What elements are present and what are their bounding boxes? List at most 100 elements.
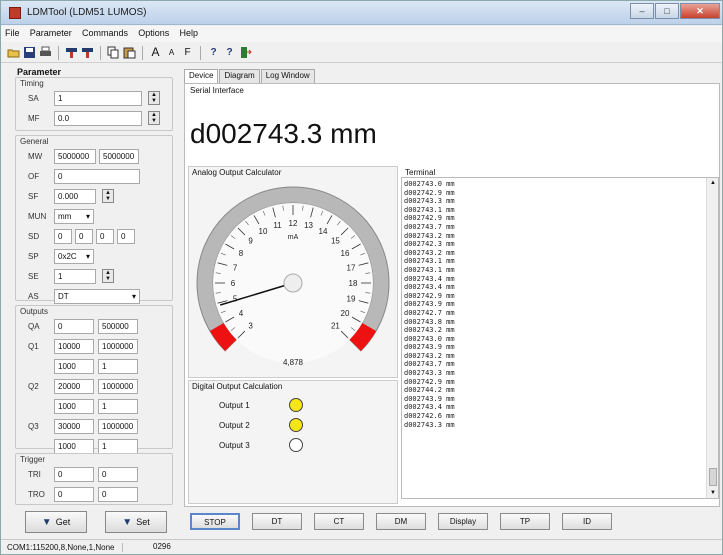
doc-label: Digital Output Calculation (192, 382, 283, 391)
menu-commands[interactable]: Commands (78, 26, 132, 40)
mw-input-2[interactable]: 5000000 (99, 148, 139, 164)
scroll-down-icon[interactable]: ▼ (710, 490, 716, 496)
menu-parameter[interactable]: Parameter (26, 26, 76, 40)
q2-input-1[interactable]: 20000 (54, 378, 94, 394)
general-group: General MW 5000000 5000000 OF 0 SF 0.000… (15, 135, 173, 304)
output-1-label: Output 1 (219, 401, 250, 410)
q1-input-1[interactable]: 10000 (54, 338, 94, 354)
scroll-up-icon[interactable]: ▲ (710, 180, 716, 186)
sf-input[interactable]: 0.000 (54, 188, 96, 204)
q2-input-4[interactable]: 1 (98, 398, 138, 414)
of-input[interactable]: 0 (54, 168, 140, 184)
set-button[interactable]: ▼ Set (105, 511, 167, 533)
q1-label: Q1 (28, 341, 39, 351)
dm-button[interactable]: DM (376, 513, 426, 530)
q1-input-2[interactable]: 1000000 (98, 338, 138, 354)
maximize-button[interactable]: □ (655, 3, 679, 19)
sd-input-3[interactable]: 0 (96, 228, 114, 244)
sa-spinner[interactable]: ▲ ▼ (148, 91, 160, 105)
sf-spinner[interactable]: ▲ ▼ (102, 189, 114, 203)
close-button[interactable]: ✕ (680, 3, 720, 19)
display-button[interactable]: Display (438, 513, 488, 530)
q1-input-4[interactable]: 1 (98, 358, 138, 374)
of-label: OF (28, 171, 40, 181)
command-buttons: STOP DT CT DM Display TP ID (190, 513, 612, 530)
title-bar[interactable]: LDMTool (LDM51 LUMOS) – □ ✕ (1, 1, 722, 25)
output-2-led (289, 418, 303, 432)
tab-device[interactable]: Device (184, 69, 219, 83)
qa-input-2[interactable]: 500000 (98, 318, 138, 334)
q3-input-2[interactable]: 1000000 (98, 418, 138, 434)
gauge-tick-label: 9 (248, 237, 253, 246)
id-button[interactable]: ID (562, 513, 612, 530)
se-input[interactable]: 1 (54, 268, 96, 284)
terminal-output[interactable]: d002743.0 mm d002742.9 mm d002743.3 mm d… (401, 177, 719, 499)
print-icon[interactable] (39, 46, 52, 59)
tab-diagram[interactable]: Diagram (219, 69, 260, 83)
mun-select[interactable]: mm (54, 208, 94, 224)
help-icon[interactable]: ? (207, 46, 220, 59)
sd-input-4[interactable]: 0 (117, 228, 135, 244)
trigger-label: Trigger (20, 455, 46, 464)
menu-file[interactable]: File (1, 26, 24, 40)
as-select[interactable]: DT (54, 288, 140, 304)
tab-log-window[interactable]: Log Window (260, 69, 315, 83)
font-smaller-icon[interactable]: A (165, 46, 178, 59)
context-help-icon[interactable]: ? (223, 46, 236, 59)
tri-input-2[interactable]: 0 (98, 466, 138, 482)
q2-input-3[interactable]: 1000 (54, 398, 94, 414)
copy-icon[interactable] (107, 46, 120, 59)
gauge-tick-label: 20 (341, 309, 350, 318)
sd-input-2[interactable]: 0 (75, 228, 93, 244)
tp-button[interactable]: TP (500, 513, 550, 530)
gauge-tick-label: 18 (349, 279, 358, 288)
q2-label: Q2 (28, 381, 39, 391)
toolbar: A A F ? ? (1, 43, 722, 63)
q3-input-4[interactable]: 1 (98, 438, 138, 454)
save-icon[interactable] (23, 46, 36, 59)
menu-options[interactable]: Options (134, 26, 173, 40)
mf-spinner[interactable]: ▲ ▼ (148, 111, 160, 125)
sp-select[interactable]: 0x2C (54, 248, 94, 264)
terminal-label: Terminal (405, 168, 436, 177)
get-icon[interactable] (65, 46, 78, 59)
get-button[interactable]: ▼ Get (25, 511, 87, 533)
mw-input-1[interactable]: 5000000 (54, 148, 96, 164)
sd-input-1[interactable]: 0 (54, 228, 72, 244)
mf-input[interactable]: 0.0 (54, 110, 142, 126)
set-icon[interactable] (81, 46, 94, 59)
mun-label: MUN (28, 211, 47, 221)
tri-input-1[interactable]: 0 (54, 466, 94, 482)
paste-icon[interactable] (123, 46, 136, 59)
open-icon[interactable] (7, 46, 20, 59)
scrollbar-thumb[interactable] (709, 468, 717, 486)
font-larger-icon[interactable]: A (149, 46, 162, 59)
dt-button[interactable]: DT (252, 513, 302, 530)
minimize-button[interactable]: – (630, 3, 654, 19)
parameter-panel: Parameter Timing SA 1 ▲ ▼ MF 0.0 ▲ ▼ Gener… (7, 67, 175, 537)
ct-button[interactable]: CT (314, 513, 364, 530)
app-icon (9, 7, 21, 19)
se-spinner[interactable]: ▲ ▼ (102, 269, 114, 283)
gauge-tick-label: 16 (341, 249, 350, 258)
sa-input[interactable]: 1 (54, 90, 142, 106)
font-icon[interactable]: F (181, 46, 194, 59)
q2-input-2[interactable]: 1000000 (98, 378, 138, 394)
gauge-tick-label: 5 (233, 295, 238, 304)
menu-help[interactable]: Help (176, 26, 203, 40)
tro-input-1[interactable]: 0 (54, 486, 94, 502)
stop-button[interactable]: STOP (190, 513, 240, 530)
exit-icon[interactable] (239, 46, 252, 59)
tro-input-2[interactable]: 0 (98, 486, 138, 502)
q3-input-3[interactable]: 1000 (54, 438, 94, 454)
toolbar-separator (58, 45, 59, 60)
q1-input-3[interactable]: 1000 (54, 358, 94, 374)
qa-input-1[interactable]: 0 (54, 318, 94, 334)
window-title: LDMTool (LDM51 LUMOS) (27, 7, 147, 18)
q3-input-1[interactable]: 30000 (54, 418, 94, 434)
terminal-scrollbar[interactable]: ▲ ▼ (706, 178, 718, 498)
gauge-tick-label: 15 (331, 237, 340, 246)
sp-label: SP (28, 251, 39, 261)
timing-label: Timing (20, 79, 44, 88)
outputs-group: Outputs QA 0 500000 Q1 10000 1000000 100… (15, 305, 173, 454)
